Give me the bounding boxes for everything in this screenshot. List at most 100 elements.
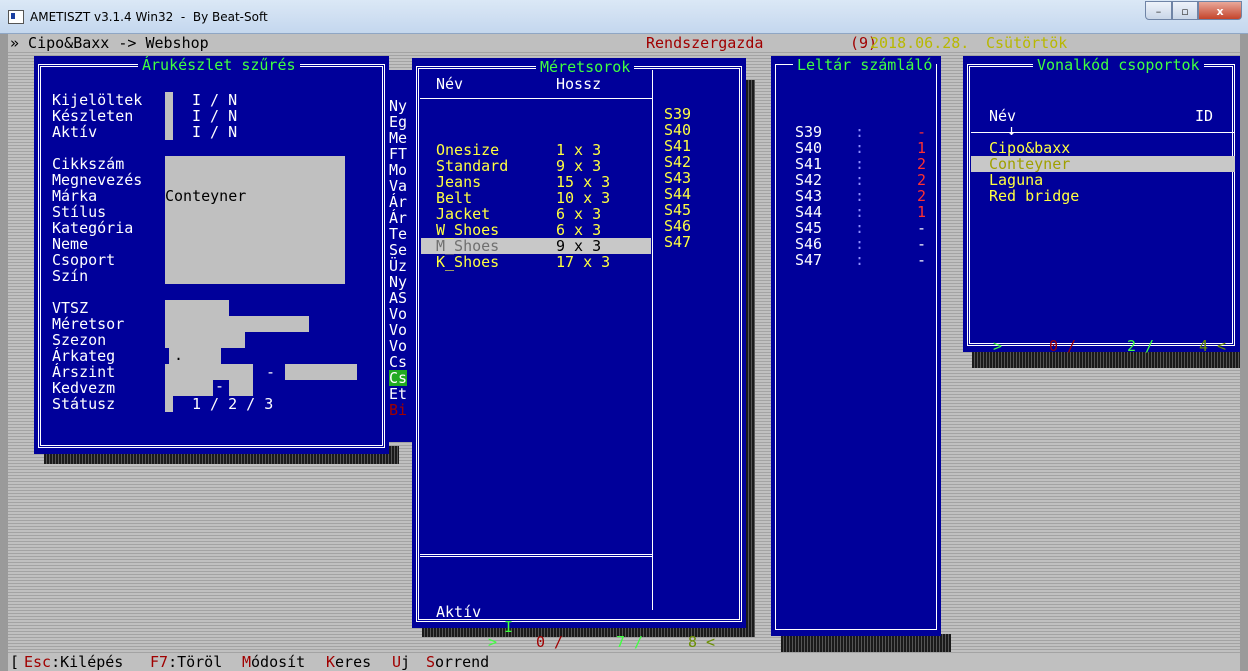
arszint-dash: - [266,363,276,381]
size-row-length[interactable]: 17 x 3 [556,254,610,270]
size-row-length[interactable]: 6 x 3 [556,206,601,222]
counter-value: 1 [917,139,927,157]
status-box[interactable] [165,396,173,412]
sorrend-hint[interactable]: Sorrend [426,654,489,670]
barcode-panel-title: Vonalkód csoportok [1033,57,1204,73]
filter-value-aktiv[interactable]: I / N [192,124,237,140]
kedvezm-field[interactable] [165,380,213,396]
counter-value: - [917,235,927,253]
filter-value-keszleten[interactable]: I / N [192,108,237,124]
sort-arrow-icon: ↓ [1007,121,1017,139]
f7-key: F7 [150,653,169,671]
sizes-footer-total: 8 < [688,633,716,651]
esc-hint[interactable]: Esc:Kilépés [24,654,123,670]
filter-field-label: Szezon [52,331,107,349]
sizes-col-name: Név [436,75,464,93]
date-text: 2018.06.28. [870,34,970,52]
size-row-length[interactable]: 6 x 3 [556,222,601,238]
counter-code: S45 [795,219,823,237]
counter-value: - [917,219,927,237]
counter-value: - [917,123,927,141]
size-row-length[interactable]: 15 x 3 [556,174,610,190]
minimize-button[interactable]: – [1145,1,1172,20]
counter-code: S40 [795,139,823,157]
filter-field-label: Árkateg [52,347,116,365]
counter-separator: : [855,251,865,269]
filter-value-kijeloltek[interactable]: I / N [192,92,237,108]
filter-field-label: Méretsor [52,315,125,333]
filter-field-label: VTSZ [52,299,89,317]
counter-code: S47 [795,251,823,269]
counter-separator: : [855,219,865,237]
size-code: S41 [664,137,692,155]
size-row-name[interactable]: Jacket [436,206,490,222]
close-button[interactable]: x [1198,1,1242,20]
meretsor-field[interactable] [245,316,309,332]
counter-code: S46 [795,235,823,253]
text-fields-box[interactable] [165,156,345,284]
size-row-name[interactable]: Belt [436,190,472,206]
filter-panel-title: Árukészlet szűrés [138,57,300,73]
size-code: S44 [664,185,692,203]
size-row-length[interactable]: 9 x 3 [556,158,601,174]
size-row-name[interactable]: K_Shoes [436,254,499,270]
barcode-group-item[interactable]: Conteyner [989,156,1070,172]
sorrend-key: S [426,653,436,671]
barcode-group-item[interactable]: Red bridge [989,188,1079,204]
counter-code: S39 [795,123,823,141]
counter-value: 2 [917,187,927,205]
counter-code: S44 [795,203,823,221]
modosit-hint[interactable]: Módosít [242,654,305,670]
sizes-footer-count: 7 / [616,633,644,651]
weekday-text: Csütörtök [986,34,1068,52]
filter-label-keszleten: Készleten [52,107,134,125]
counter-panel: Leltár számláló S39: - S40: 1 S41: 2 S42: 2 S43:… [771,56,941,636]
filter-field-label: Megnevezés [52,171,143,189]
f7-hint[interactable]: F7:Töröl [150,654,222,670]
size-row-name[interactable]: M_Shoes [436,238,499,254]
size-row-name[interactable]: W_Shoes [436,222,499,238]
sizes-active-value[interactable]: I [504,619,513,635]
filter-toggle-box[interactable] [165,92,173,140]
size-row-name[interactable]: Jeans [436,174,481,190]
maximize-button[interactable]: ▫ [1172,1,1198,20]
size-code: S45 [664,201,692,219]
arszint-field-2[interactable] [285,364,357,380]
size-row-name[interactable]: Onesize [436,142,499,158]
barcode-footer-count: 2 / [1127,337,1155,355]
kedvezm-dash: - [215,377,225,395]
uj-hint[interactable]: Uj [392,654,410,670]
counter-code: S41 [795,155,823,173]
counter-panel-shadow [781,634,951,652]
counter-separator: : [855,203,865,221]
counter-value: 2 [917,155,927,173]
barcode-group-item[interactable]: Cipo&baxx [989,140,1070,156]
counter-value: 1 [917,203,927,221]
filter-field-label: Márka [52,187,98,205]
barcode-footer-position: 0 / [1049,337,1077,355]
size-row-length[interactable]: 10 x 3 [556,190,610,206]
window-title: AMETISZT v3.1.4 Win32 - By Beat-Soft [30,10,268,24]
size-code: S46 [664,217,692,235]
keres-hint[interactable]: Keres [326,654,371,670]
filter-field-label: Cikkszám [52,155,125,173]
breadcrumb: » Cipo&Baxx -> Webshop [10,34,209,52]
size-row-length[interactable]: 9 x 3 [556,238,601,254]
key-hint-bar: [ Esc:Kilépés F7:Töröl Módosít Keres Uj … [8,653,1240,671]
size-row-name[interactable]: Standard [436,158,508,174]
app-icon [8,10,24,24]
status-values[interactable]: 1 / 2 / 3 [192,396,273,412]
filter-field-label: Kedvezm [52,379,116,397]
barcode-group-item[interactable]: Laguna [989,172,1043,188]
size-code: S39 [664,105,692,123]
barcode-col-id: ID [1195,107,1214,125]
size-row-length[interactable]: 1 x 3 [556,142,601,158]
sorrend-label: orrend [435,653,490,671]
barcode-footer-arrow: > [993,337,1003,355]
counter-panel-title: Leltár számláló [793,57,937,73]
uj-key: U [392,653,402,671]
modosit-key: M [242,653,252,671]
bottom-bracket: [ [10,653,20,671]
brand-value[interactable]: Conteyner [165,188,246,204]
arszint-field[interactable] [165,364,253,380]
